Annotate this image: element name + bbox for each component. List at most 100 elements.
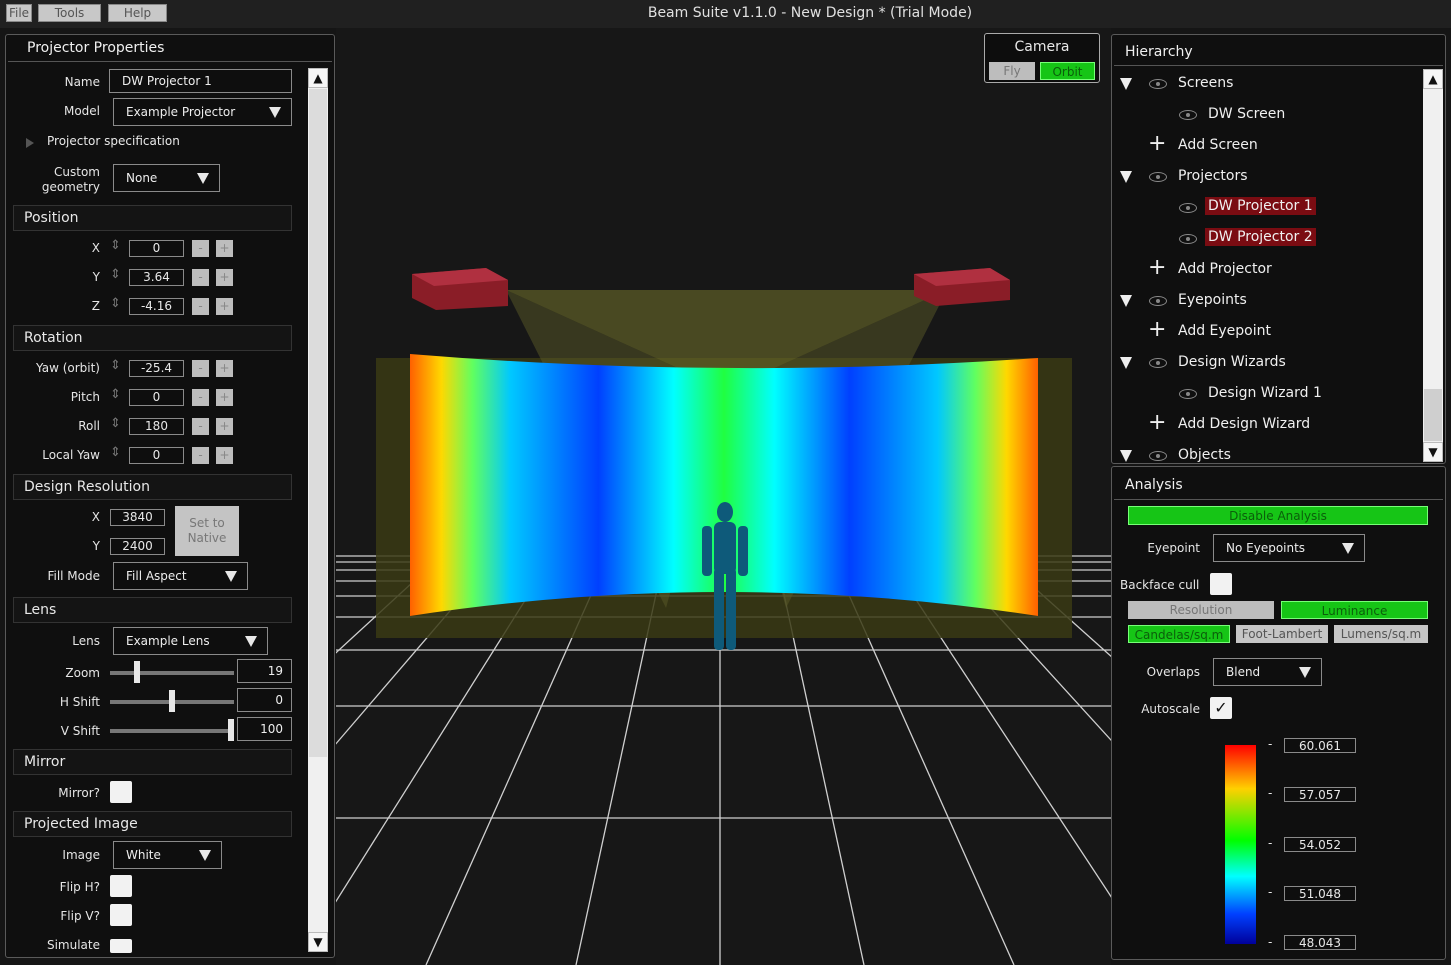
hierarchy-scroll-thumb[interactable] (1424, 389, 1442, 441)
eye-icon[interactable] (1179, 234, 1197, 244)
drag-updown-icon[interactable]: ⇕ (110, 267, 121, 282)
eye-icon[interactable] (1179, 110, 1197, 120)
mirror-checkbox[interactable] (110, 781, 132, 803)
eye-icon[interactable] (1149, 451, 1167, 461)
eye-icon[interactable] (1149, 172, 1167, 182)
roll-plus[interactable]: + (216, 418, 233, 435)
plus-icon[interactable]: + (1148, 257, 1166, 279)
position-x-input[interactable]: 0 (129, 240, 184, 257)
drag-updown-icon[interactable]: ⇕ (110, 387, 121, 402)
collapse-triangle-icon[interactable] (1120, 357, 1132, 369)
roll-input[interactable]: 180 (129, 418, 184, 435)
drag-updown-icon[interactable]: ⇕ (110, 358, 121, 373)
flip-h-checkbox[interactable] (110, 875, 132, 897)
position-x-minus[interactable]: - (192, 240, 209, 257)
zoom-slider[interactable] (110, 671, 234, 675)
image-dropdown[interactable]: White (113, 841, 222, 869)
scroll-up-button[interactable]: ▲ (308, 68, 328, 88)
collapse-triangle-icon[interactable] (1120, 78, 1132, 90)
drag-updown-icon[interactable]: ⇕ (110, 296, 121, 311)
pitch-plus[interactable]: + (216, 389, 233, 406)
orbit-button[interactable]: Orbit (1040, 62, 1095, 80)
vshift-slider-handle[interactable] (228, 719, 234, 741)
candelas-button[interactable]: Candelas/sq.m (1128, 625, 1230, 643)
resolution-y-input[interactable]: 2400 (110, 538, 165, 555)
tree-add-screen[interactable]: Add Screen (1178, 137, 1258, 153)
eye-icon[interactable] (1149, 296, 1167, 306)
local-yaw-input[interactable]: 0 (129, 447, 184, 464)
position-y-input[interactable]: 3.64 (129, 269, 184, 286)
autoscale-checkbox[interactable]: ✓ (1210, 697, 1232, 719)
mirror-section-header[interactable]: Mirror (13, 749, 292, 775)
zoom-slider-handle[interactable] (133, 661, 140, 683)
tree-dw-screen[interactable]: DW Screen (1208, 106, 1285, 122)
lumens-button[interactable]: Lumens/sq.m (1334, 625, 1428, 643)
drag-updown-icon[interactable]: ⇕ (110, 445, 121, 460)
foot-lambert-button[interactable]: Foot-Lambert (1236, 625, 1328, 643)
drag-updown-icon[interactable]: ⇕ (110, 416, 121, 431)
hierarchy-scroll-up[interactable]: ▲ (1423, 69, 1443, 89)
fly-button[interactable]: Fly (989, 62, 1035, 80)
plus-icon[interactable]: + (1148, 412, 1166, 434)
collapse-triangle-icon[interactable] (1120, 171, 1132, 183)
lens-section-header[interactable]: Lens (13, 597, 292, 623)
hshift-input[interactable]: 0 (237, 688, 292, 712)
tree-screens[interactable]: Screens (1178, 75, 1233, 91)
set-to-native-button[interactable]: Set to Native (175, 506, 239, 556)
eye-icon[interactable] (1179, 203, 1197, 213)
tree-design-wizards[interactable]: Design Wizards (1178, 354, 1286, 370)
pitch-input[interactable]: 0 (129, 389, 184, 406)
hshift-slider-handle[interactable] (169, 690, 175, 712)
collapse-triangle-icon[interactable] (1120, 450, 1132, 462)
zoom-input[interactable]: 19 (237, 659, 292, 683)
projector-spec-toggle[interactable]: Projector specification (47, 134, 180, 148)
tree-objects[interactable]: Objects (1178, 447, 1231, 463)
position-z-minus[interactable]: - (192, 298, 209, 315)
vshift-input[interactable]: 100 (237, 717, 292, 741)
resolution-button[interactable]: Resolution (1128, 601, 1274, 619)
collapse-triangle-icon[interactable] (1120, 295, 1132, 307)
drag-updown-icon[interactable]: ⇕ (110, 238, 121, 253)
fill-mode-dropdown[interactable]: Fill Aspect (113, 562, 248, 590)
yaw-plus[interactable]: + (216, 360, 233, 377)
custom-geometry-dropdown[interactable]: None (113, 164, 220, 192)
position-section-header[interactable]: Position (13, 205, 292, 231)
overlaps-dropdown[interactable]: Blend (1213, 658, 1322, 686)
tree-add-eyepoint[interactable]: Add Eyepoint (1178, 323, 1271, 339)
hierarchy-scroll-down[interactable]: ▼ (1423, 442, 1443, 462)
resolution-x-input[interactable]: 3840 (110, 509, 165, 526)
simulate-checkbox[interactable] (110, 939, 132, 953)
tree-add-design-wizard[interactable]: Add Design Wizard (1178, 416, 1310, 432)
viewport-3d[interactable] (336, 28, 1111, 965)
plus-icon[interactable]: + (1148, 319, 1166, 341)
position-z-input[interactable]: -4.16 (129, 298, 184, 315)
position-y-plus[interactable]: + (216, 269, 233, 286)
yaw-minus[interactable]: - (192, 360, 209, 377)
scroll-thumb[interactable] (309, 89, 327, 757)
vshift-slider[interactable] (110, 729, 234, 733)
tree-dw-projector-1[interactable]: DW Projector 1 (1205, 197, 1316, 215)
disable-analysis-button[interactable]: Disable Analysis (1128, 506, 1428, 525)
expand-triangle-icon[interactable] (26, 138, 34, 148)
luminance-button[interactable]: Luminance (1281, 601, 1428, 619)
pitch-minus[interactable]: - (192, 389, 209, 406)
position-x-plus[interactable]: + (216, 240, 233, 257)
local-yaw-minus[interactable]: - (192, 447, 209, 464)
tree-design-wizard-1[interactable]: Design Wizard 1 (1208, 385, 1322, 401)
roll-minus[interactable]: - (192, 418, 209, 435)
eye-icon[interactable] (1149, 79, 1167, 89)
lens-dropdown[interactable]: Example Lens (113, 627, 268, 655)
local-yaw-plus[interactable]: + (216, 447, 233, 464)
eye-icon[interactable] (1179, 389, 1197, 399)
tree-dw-projector-2[interactable]: DW Projector 2 (1205, 228, 1316, 246)
position-z-plus[interactable]: + (216, 298, 233, 315)
design-resolution-section-header[interactable]: Design Resolution (13, 474, 292, 500)
name-input[interactable]: DW Projector 1 (109, 69, 292, 93)
backface-cull-checkbox[interactable] (1210, 573, 1232, 595)
projected-image-section-header[interactable]: Projected Image (13, 811, 292, 837)
tree-add-projector[interactable]: Add Projector (1178, 261, 1272, 277)
position-y-minus[interactable]: - (192, 269, 209, 286)
scroll-down-button[interactable]: ▼ (308, 932, 328, 952)
eyepoint-dropdown[interactable]: No Eyepoints (1213, 534, 1365, 562)
model-dropdown[interactable]: Example Projector (113, 98, 292, 126)
